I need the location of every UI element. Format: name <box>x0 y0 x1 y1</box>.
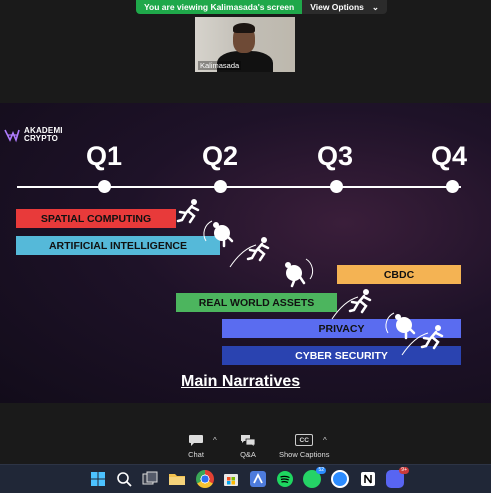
show-captions-button[interactable]: CC Show Captions <box>279 434 329 459</box>
whatsapp-icon[interactable]: 52 <box>303 467 326 488</box>
quarter-q1: Q1 <box>86 141 123 171</box>
qa-label: Q&A <box>240 450 256 459</box>
view-options-button[interactable]: View Options ⌄ <box>302 0 388 14</box>
participant-name: Kalimasada <box>198 61 242 70</box>
quarter-q2: Q2 <box>202 141 239 171</box>
captions-options-caret[interactable]: ^ <box>323 436 327 445</box>
quarter-q3: Q3 <box>317 141 354 171</box>
jumping-figure-icon <box>176 199 200 224</box>
chat-label: Chat <box>188 450 204 459</box>
discord-badge: 9+ <box>399 467 409 474</box>
jumping-figure-icon <box>331 289 372 320</box>
zoom-icon[interactable] <box>331 470 349 488</box>
shared-slide: AKADEMI CRYPTO Q1 Q2 Q3 Q4 SPATIAL COMPU… <box>0 103 491 403</box>
rolling-figure-icon <box>285 258 314 288</box>
discord-icon[interactable]: 9+ <box>386 467 409 488</box>
task-view-icon[interactable] <box>141 470 159 488</box>
qa-button[interactable]: Q&A <box>240 434 256 459</box>
logo-line2: CRYPTO <box>24 134 59 143</box>
main-narratives-title: Main Narratives <box>181 373 301 390</box>
file-explorer-icon[interactable] <box>168 470 186 488</box>
spotify-icon[interactable] <box>276 470 294 488</box>
chat-icon <box>189 435 203 446</box>
captions-label: Show Captions <box>279 450 330 459</box>
jumping-figure-icon <box>229 237 270 268</box>
timeline-dot-q3 <box>330 180 343 193</box>
view-options-label: View Options <box>310 2 364 12</box>
jumping-figure-icon <box>401 325 444 356</box>
windows-start-icon[interactable] <box>89 470 107 488</box>
windows-taskbar: 52 9+ <box>0 464 491 493</box>
person-hair <box>233 23 255 33</box>
timeline-dot-q1 <box>98 180 111 193</box>
chat-options-caret[interactable]: ^ <box>213 436 217 445</box>
chat-button[interactable]: Chat <box>188 434 204 459</box>
qa-icon <box>241 435 256 447</box>
timeline-dot-q2 <box>214 180 227 193</box>
meeting-controls: Chat ^ Q&A CC Show Captions ^ <box>0 430 491 464</box>
share-message: You are viewing Kalimasada's screen <box>136 0 303 14</box>
search-icon[interactable] <box>115 470 133 488</box>
app-icon[interactable] <box>249 470 267 488</box>
bar-real-world-assets: REAL WORLD ASSETS <box>176 293 337 312</box>
timeline-dot-q4 <box>446 180 459 193</box>
quarter-q4: Q4 <box>431 141 468 171</box>
screen-share-banner: You are viewing Kalimasada's screen View… <box>136 0 388 14</box>
timeline-line <box>17 186 461 188</box>
zoom-window: You are viewing Kalimasada's screen View… <box>0 0 491 493</box>
logo-mark-icon <box>4 129 20 143</box>
captions-icon: CC <box>295 434 314 446</box>
notion-icon[interactable] <box>359 470 377 488</box>
bar-cbdc: CBDC <box>337 265 461 284</box>
chevron-down-icon: ⌄ <box>371 2 380 12</box>
bar-spatial-computing: SPATIAL COMPUTING <box>16 209 176 228</box>
whatsapp-badge: 52 <box>316 467 326 474</box>
chrome-icon[interactable] <box>196 470 214 488</box>
akademi-crypto-logo: AKADEMI CRYPTO <box>4 127 63 143</box>
participant-video[interactable]: Kalimasada <box>195 17 295 72</box>
store-icon[interactable] <box>222 470 240 488</box>
bar-artificial-intelligence: ARTIFICIAL INTELLIGENCE <box>16 236 220 255</box>
